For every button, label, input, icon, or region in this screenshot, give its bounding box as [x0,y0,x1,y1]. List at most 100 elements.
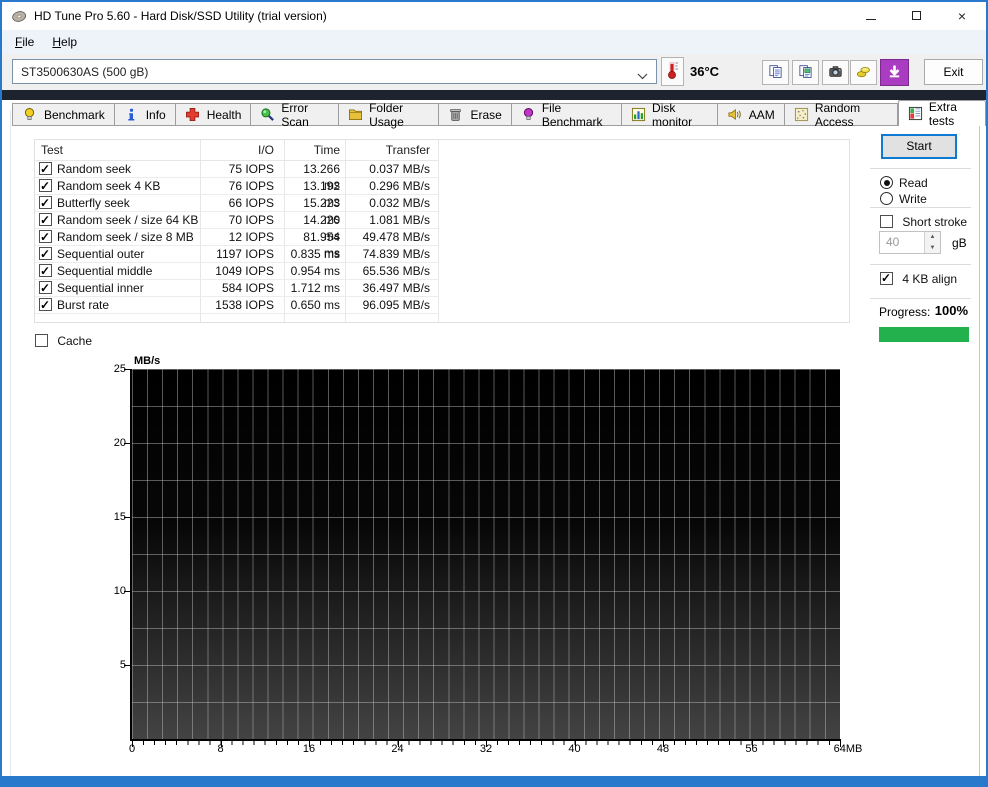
tab-extra-tests[interactable]: Extra tests [898,100,986,126]
exit-button[interactable]: Exit [924,59,983,85]
test-checkbox[interactable] [39,162,52,175]
tab-label: Disk monitor [652,101,708,129]
screenshot-button[interactable] [822,60,849,85]
menu-file[interactable]: File [6,30,43,54]
align-checkbox[interactable] [880,272,893,285]
header-io[interactable]: I/O [200,140,284,160]
minimize-icon[interactable] [854,2,888,30]
maximize-icon[interactable] [899,2,933,30]
tab-info[interactable]: Info [115,103,176,126]
copy-text-button[interactable] [762,60,789,85]
health-cross-icon [185,107,201,122]
spinner-arrows[interactable]: ▲ ▼ [924,232,940,253]
io-value: 12 IOPS [200,229,284,245]
time-value: 1.712 ms [284,280,345,296]
table-row[interactable]: Butterfly seek66 IOPS15.223 ms0.032 MB/s [35,195,438,212]
transfer-value: 0.296 MB/s [345,178,438,194]
tab-label: Extra tests [929,100,976,128]
table-row[interactable]: Burst rate1538 IOPS0.650 ms96.095 MB/s [35,297,438,314]
io-value: 1538 IOPS [200,297,284,313]
short-stroke-option[interactable]: Short stroke [880,214,967,228]
header-time[interactable]: Time [284,140,345,160]
x-axis-label: 24 [391,743,403,755]
radio-write[interactable] [880,192,893,205]
tab-benchmark[interactable]: Benchmark [12,103,115,126]
tab-error-scan[interactable]: Error Scan [251,103,339,126]
drive-select[interactable]: ST3500630AS (500 gB) [12,59,657,84]
table-row[interactable]: Random seek / size 64 KB70 IOPS14.220 ms… [35,212,438,229]
spin-up-icon[interactable]: ▲ [925,232,940,243]
short-stroke-size-input[interactable]: 40 ▲ ▼ [879,231,941,254]
tab-erase[interactable]: Erase [439,103,511,126]
download-arrow-icon [887,64,902,82]
download-button[interactable] [880,59,909,86]
test-checkbox[interactable] [39,179,52,192]
error-scan-icon [260,107,275,122]
cache-checkbox[interactable] [35,334,48,347]
tab-label: Random Access [815,101,888,129]
test-checkbox[interactable] [39,264,52,277]
cache-option[interactable]: Cache [35,333,92,347]
test-name: Sequential middle [57,263,152,279]
test-checkbox[interactable] [39,213,52,226]
test-name: Random seek [57,161,131,177]
transfer-value: 65.536 MB/s [345,263,438,279]
test-checkbox[interactable] [39,298,52,311]
tab-file-benchmark[interactable]: File Benchmark [512,103,622,126]
io-value: 66 IOPS [200,195,284,211]
tab-health[interactable]: Health [176,103,252,126]
tab-disk-monitor[interactable]: Disk monitor [622,103,718,126]
table-row[interactable]: Random seek / size 8 MB12 IOPS81.954 ms4… [35,229,438,246]
table-row[interactable]: Random seek75 IOPS13.266 ms0.037 MB/s [35,161,438,178]
close-icon[interactable]: × [945,2,979,30]
window-title: HD Tune Pro 5.60 - Hard Disk/SSD Utility… [34,2,327,30]
tab-label: Info [146,108,166,122]
header-transfer[interactable]: Transfer [345,140,438,160]
copy-image-button[interactable] [792,60,819,85]
menu-help[interactable]: Help [43,30,86,54]
table-row[interactable]: Sequential inner584 IOPS1.712 ms36.497 M… [35,280,438,297]
random-access-icon [794,107,809,122]
test-checkbox[interactable] [39,281,52,294]
table-header: Test I/O Time Transfer [35,140,438,161]
test-name: Random seek 4 KB [57,178,160,194]
tab-random-access[interactable]: Random Access [785,103,898,126]
header-test[interactable]: Test [35,140,200,160]
x-axis-label: 0 [129,743,135,755]
radio-read[interactable] [880,176,893,189]
column-divider [438,140,439,322]
start-button[interactable]: Start [881,134,957,159]
x-axis-label: 32 [480,743,492,755]
test-checkbox[interactable] [39,230,52,243]
table-row[interactable]: Random seek 4 KB76 IOPS13.192 ms0.296 MB… [35,178,438,195]
test-checkbox[interactable] [39,196,52,209]
toolbar: ST3500630AS (500 gB) 36°C Exit [2,54,986,90]
tab-label: File Benchmark [542,101,612,129]
size-unit-label: gB [952,236,967,250]
purchase-button[interactable] [850,60,877,85]
table-row[interactable]: Sequential middle1049 IOPS0.954 ms65.536… [35,263,438,280]
mode-option-read[interactable]: Read [880,175,928,189]
y-axis-label: 5 [96,659,126,671]
tab-folder-usage[interactable]: Folder Usage [339,103,439,126]
chart-unit-label: MB/s [134,355,160,367]
tab-aam[interactable]: AAM [718,103,785,126]
test-name: Sequential inner [57,280,144,296]
table-row[interactable]: Sequential outer1197 IOPS0.835 ms74.839 … [35,246,438,263]
panel-right-edge [979,110,980,778]
align-option[interactable]: 4 KB align [880,271,957,285]
x-axis-label: 16 [303,743,315,755]
mode-option-write[interactable]: Write [880,191,927,205]
test-checkbox[interactable] [39,247,52,260]
time-value: 0.835 ms [284,246,345,262]
temperature-button[interactable] [661,57,684,86]
tab-label: Erase [470,108,501,122]
info-icon [124,107,140,122]
panel-left-edge [10,110,11,778]
app-disk-icon [11,8,27,24]
cache-label: Cache [57,334,92,348]
radio-label: Write [899,192,927,206]
short-stroke-checkbox[interactable] [880,215,893,228]
temperature-value: 36°C [690,64,719,79]
spin-down-icon[interactable]: ▼ [925,243,940,254]
